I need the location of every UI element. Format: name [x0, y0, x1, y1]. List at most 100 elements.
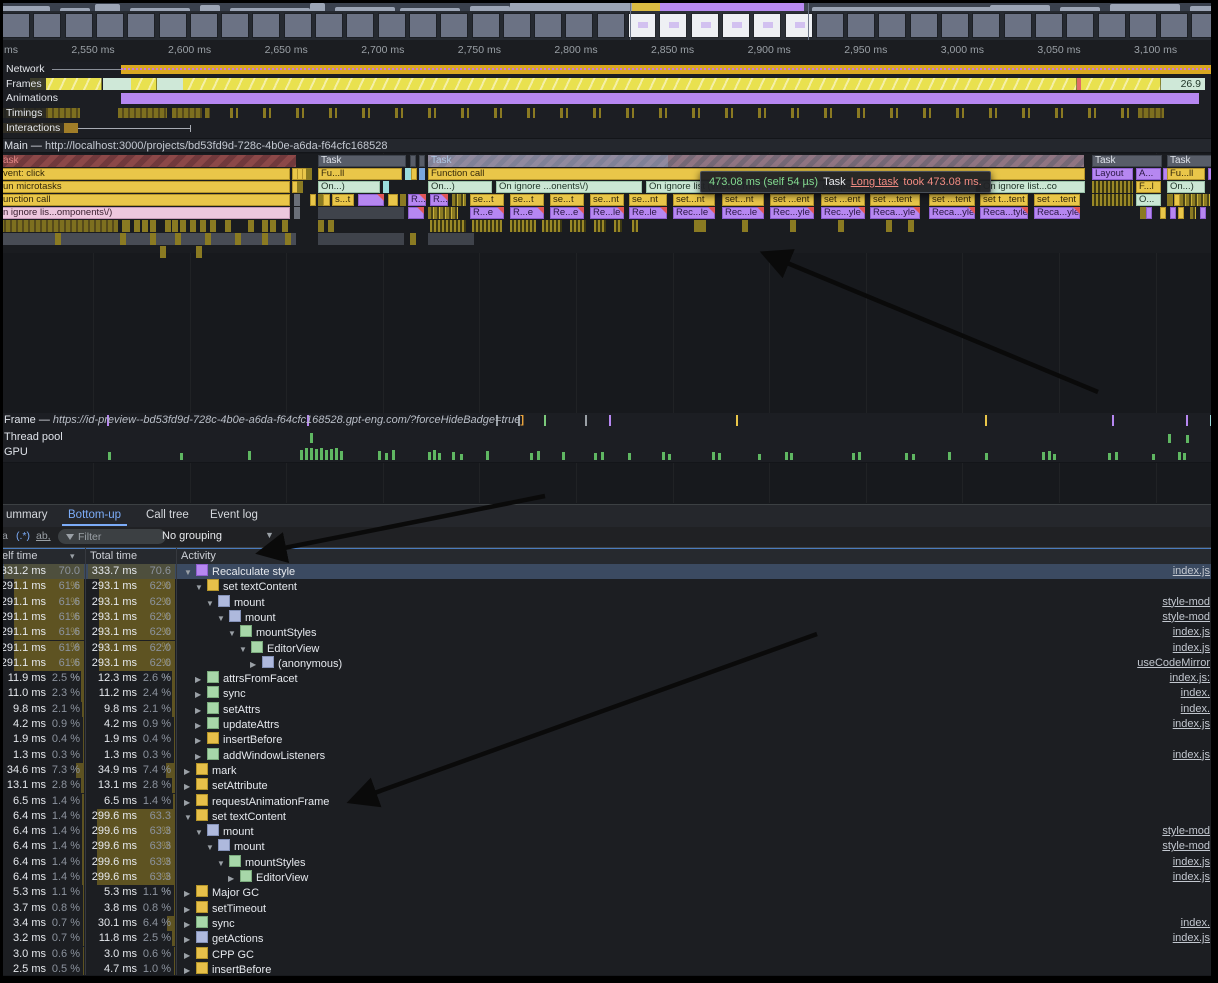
disclosure-arrow[interactable]: ▶	[250, 657, 260, 672]
flame-segment[interactable]: On...)	[1167, 181, 1205, 193]
disclosure-arrow[interactable]: ▶	[195, 672, 205, 687]
grouping-select[interactable]: No grouping	[162, 530, 222, 542]
activity-label[interactable]: getActions	[212, 933, 263, 945]
flame-segment[interactable]	[175, 233, 181, 245]
flame-segment[interactable]: A...	[1136, 168, 1161, 180]
filmstrip-thumbnail[interactable]	[597, 13, 625, 38]
activity-label[interactable]: EditorView	[256, 872, 308, 884]
flame-segment[interactable]	[1180, 194, 1210, 206]
disclosure-arrow[interactable]: ▶	[195, 687, 205, 702]
flame-segment[interactable]	[0, 220, 118, 232]
frame-duration-box[interactable]	[1081, 78, 1161, 90]
activity-header[interactable]: Activity	[181, 549, 216, 564]
activity-label[interactable]: mount	[234, 841, 265, 853]
flame-segment[interactable]	[55, 233, 61, 245]
tab-call-tree[interactable]: Call tree	[140, 505, 195, 526]
flame-segment[interactable]: Reca...yle	[929, 207, 975, 219]
timing-mark[interactable]	[395, 108, 398, 118]
disclosure-arrow[interactable]: ▼	[195, 580, 205, 595]
gpu-activity-tick[interactable]	[790, 453, 793, 460]
flame-segment[interactable]: R...	[430, 194, 448, 206]
activity-label[interactable]: mount	[234, 597, 265, 609]
timing-mark[interactable]	[566, 108, 568, 118]
flame-segment[interactable]	[430, 220, 466, 232]
flame-segment[interactable]	[262, 233, 268, 245]
gpu-activity-tick[interactable]	[712, 452, 715, 460]
gpu-activity-tick[interactable]	[248, 451, 251, 460]
timing-mark[interactable]	[632, 108, 634, 118]
frame-event-tick[interactable]	[609, 415, 611, 426]
flame-segment[interactable]	[1167, 194, 1173, 206]
timing-mark[interactable]	[599, 108, 601, 118]
gpu-activity-tick[interactable]	[428, 452, 431, 460]
timing-mark[interactable]	[923, 108, 926, 118]
filmstrip-thumbnail[interactable]	[159, 13, 187, 38]
timing-mark[interactable]	[698, 108, 700, 118]
timing-mark[interactable]	[368, 108, 370, 118]
table-row[interactable]: 2.5 ms0.5 %4.7 ms1.0 %▶insertBefore	[0, 962, 1218, 975]
flame-segment[interactable]	[510, 220, 536, 232]
filmstrip-thumbnail[interactable]	[565, 13, 593, 38]
source-link[interactable]: index.js	[1173, 564, 1210, 579]
timing-mark[interactable]	[1127, 108, 1129, 118]
flame-segment[interactable]	[165, 220, 171, 232]
gpu-activity-tick[interactable]	[433, 450, 436, 460]
timing-mark[interactable]	[560, 108, 563, 118]
timing-mark[interactable]	[329, 108, 332, 118]
flame-segment[interactable]	[886, 220, 892, 232]
flame-segment[interactable]	[122, 220, 130, 232]
gpu-activity-tick[interactable]	[305, 448, 308, 460]
activity-label[interactable]: setAttribute	[212, 780, 268, 792]
timing-mark[interactable]	[863, 108, 865, 118]
flame-segment[interactable]	[419, 168, 425, 180]
activity-label[interactable]: mount	[223, 826, 254, 838]
flame-segment[interactable]	[328, 220, 334, 232]
gpu-activity-tick[interactable]	[1108, 453, 1111, 460]
disclosure-arrow[interactable]: ▶	[184, 795, 194, 810]
flame-segment[interactable]	[594, 220, 606, 232]
flame-segment[interactable]: se...nt	[629, 194, 667, 206]
frame-track[interactable]: Frame — https://id-preview--bd53fd9d-728…	[0, 413, 1218, 431]
flame-segment[interactable]	[180, 220, 186, 232]
timing-mark[interactable]	[527, 108, 530, 118]
flame-segment[interactable]: Task	[318, 155, 406, 167]
activity-label[interactable]: mountStyles	[245, 857, 306, 869]
flame-segment[interactable]	[270, 220, 276, 232]
gpu-activity-tick[interactable]	[378, 451, 381, 460]
disclosure-arrow[interactable]: ▶	[184, 917, 194, 932]
network-requests-bar[interactable]	[121, 65, 1218, 74]
flame-segment[interactable]	[282, 220, 288, 232]
flame-segment[interactable]	[570, 220, 586, 232]
gpu-activity-tick[interactable]	[1115, 452, 1118, 460]
table-row[interactable]: 11.9 ms2.5 %12.3 ms2.6 %▶attrsFromFaceti…	[0, 671, 1218, 686]
filmstrip-thumbnail[interactable]	[127, 13, 155, 38]
frame-event-tick[interactable]	[585, 415, 587, 426]
timing-mark[interactable]	[824, 108, 827, 118]
disclosure-arrow[interactable]: ▶	[184, 764, 194, 779]
filmstrip-thumbnail[interactable]	[65, 13, 93, 38]
source-link[interactable]: index.js:	[1170, 671, 1210, 686]
flame-segment[interactable]: se...t	[470, 194, 504, 206]
gpu-activity-tick[interactable]	[852, 453, 855, 460]
filmstrip-thumbnail[interactable]	[503, 13, 531, 38]
flame-segment[interactable]	[428, 155, 668, 167]
flame-segment[interactable]	[285, 233, 291, 245]
table-row[interactable]: 291.1 ms61.6 %293.1 ms62.0 %▼mountStyles…	[0, 625, 1218, 640]
disclosure-arrow[interactable]: ▼	[184, 810, 194, 825]
gpu-activity-tick[interactable]	[392, 450, 395, 460]
flame-segment[interactable]	[210, 220, 216, 232]
flame-segment[interactable]: On ignore ...onents\/)	[496, 181, 642, 193]
disclosure-arrow[interactable]: ▶	[228, 871, 238, 886]
table-row[interactable]: 291.1 ms61.6 %293.1 ms62.0 %▼EditorViewi…	[0, 641, 1218, 656]
gpu-activity-tick[interactable]	[594, 453, 597, 460]
flame-segment[interactable]	[1092, 194, 1133, 206]
timing-mark[interactable]	[1028, 108, 1030, 118]
main-thread-header[interactable]: Main — http://localhost:3000/projects/bd…	[0, 139, 1218, 153]
filmstrip-thumbnail[interactable]	[315, 13, 343, 38]
timing-mark[interactable]	[401, 108, 403, 118]
gpu-activity-tick[interactable]	[1042, 452, 1045, 460]
gpu-activity-tick[interactable]	[562, 452, 565, 460]
timing-mark[interactable]	[830, 108, 832, 118]
activity-label[interactable]: setTimeout	[212, 903, 266, 915]
regex-icon[interactable]: (.*)	[16, 530, 30, 542]
